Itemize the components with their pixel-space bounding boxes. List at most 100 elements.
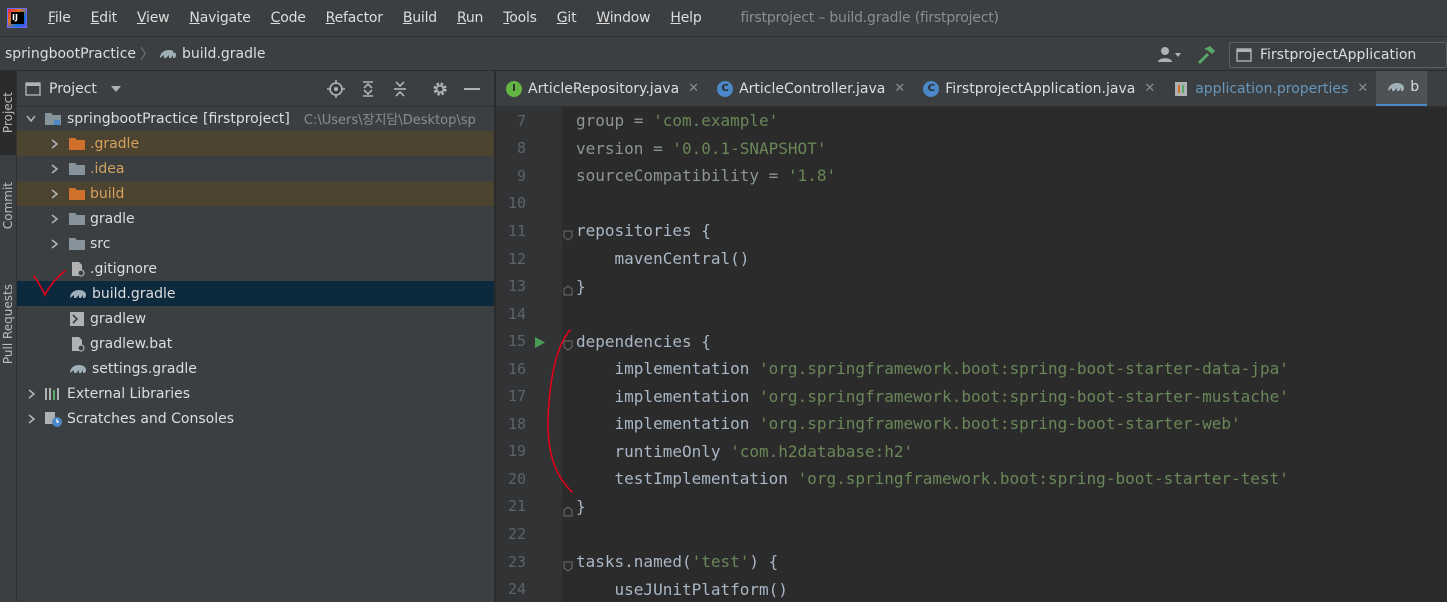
close-tab-icon[interactable]: ✕ xyxy=(1357,81,1368,96)
locate-file-icon[interactable] xyxy=(326,79,346,99)
code-token: testImplementation xyxy=(576,469,798,489)
tree-root-springbootpractice[interactable]: springbootPractice [firstproject] C:\Use… xyxy=(17,106,494,131)
menu-label-rest: dit xyxy=(99,10,117,26)
editor-tab[interactable]: application.properties ✕ xyxy=(1163,71,1376,106)
menu-item-edit[interactable]: Edit xyxy=(82,10,128,26)
code-line[interactable]: 8 version = '0.0.1-SNAPSHOT' xyxy=(496,135,1447,163)
menu-item-window[interactable]: Window xyxy=(587,10,661,26)
settings-gear-icon[interactable] xyxy=(430,79,450,99)
code-line[interactable]: 18 implementation 'org.springframework.b… xyxy=(496,410,1447,438)
code-line[interactable]: 13} xyxy=(496,272,1447,300)
code-text: version = '0.0.1-SNAPSHOT' xyxy=(576,139,826,158)
menu-item-tools[interactable]: Tools xyxy=(494,10,548,26)
editor-tab[interactable]: I ArticleRepository.java ✕ xyxy=(496,71,707,106)
code-token: repositories { xyxy=(576,221,711,241)
fold-marker-icon[interactable] xyxy=(563,557,573,572)
close-tab-icon[interactable]: ✕ xyxy=(1144,81,1155,96)
menu-item-view[interactable]: View xyxy=(128,10,180,26)
code-line[interactable]: 17 implementation 'org.springframework.b… xyxy=(496,383,1447,411)
code-token: sourceCompatibility = xyxy=(576,166,788,186)
user-account-icon[interactable] xyxy=(1157,45,1183,65)
editor-tab[interactable]: C FirstprojectApplication.java ✕ xyxy=(913,71,1163,106)
menu-item-code[interactable]: Code xyxy=(262,10,317,26)
code-line[interactable]: 12 mavenCentral() xyxy=(496,245,1447,273)
chevron-right-icon[interactable] xyxy=(48,238,60,250)
chevron-right-icon[interactable] xyxy=(25,413,37,425)
close-tab-icon[interactable]: ✕ xyxy=(894,81,905,96)
pull-requests-tool-tab[interactable]: Pull Requests xyxy=(0,267,16,382)
line-number: 13 xyxy=(507,277,526,296)
fold-marker-icon[interactable] xyxy=(563,281,573,296)
code-line[interactable]: 24 useJUnitPlatform() xyxy=(496,575,1447,602)
tree-item-dot-gradle[interactable]: .gradle xyxy=(17,131,494,156)
breadcrumb-project[interactable]: springbootPractice xyxy=(0,46,136,62)
project-view-selector[interactable]: Project xyxy=(25,81,121,97)
code-line[interactable]: 23 tasks.named('test') { xyxy=(496,548,1447,576)
code-line[interactable]: 19 runtimeOnly 'com.h2database:h2' xyxy=(496,438,1447,466)
tree-item-label: gradle xyxy=(90,210,135,227)
editor-tab[interactable]: b xyxy=(1376,71,1428,106)
run-configuration-select[interactable]: FirstprojectApplication xyxy=(1229,41,1447,68)
class-icon: C xyxy=(717,80,734,97)
string-literal: 'com.h2database:h2' xyxy=(730,441,914,461)
breadcrumb-file[interactable]: build.gradle xyxy=(158,46,266,62)
editor-tab[interactable]: C ArticleController.java ✕ xyxy=(707,71,913,106)
tree-item-scratches[interactable]: Scratches and Consoles xyxy=(17,406,494,431)
minimize-panel-icon[interactable] xyxy=(462,79,482,99)
line-number: 21 xyxy=(507,497,526,516)
run-configuration-label: FirstprojectApplication xyxy=(1260,46,1417,63)
build-hammer-icon[interactable] xyxy=(1195,44,1217,66)
code-line[interactable]: 21} xyxy=(496,493,1447,521)
tree-item-external-libraries[interactable]: External Libraries xyxy=(17,381,494,406)
chevron-right-icon[interactable] xyxy=(48,138,60,150)
expand-all-icon[interactable] xyxy=(358,79,378,99)
menu-mnemonic: G xyxy=(556,10,568,26)
menu-item-navigate[interactable]: Navigate xyxy=(180,10,261,26)
tree-item-dot-idea[interactable]: .idea xyxy=(17,156,494,181)
left-tool-strip: Project Commit Pull Requests xyxy=(0,71,17,602)
collapse-all-icon[interactable] xyxy=(390,79,410,99)
tree-item-build[interactable]: build xyxy=(17,181,494,206)
commit-tool-tab[interactable]: Commit xyxy=(0,171,16,241)
menu-item-build[interactable]: Build xyxy=(394,10,448,26)
tree-item-gradlew-bat[interactable]: gradlew.bat xyxy=(17,331,494,356)
menu-item-git[interactable]: Git xyxy=(548,10,588,26)
chevron-right-icon[interactable] xyxy=(48,213,60,225)
tree-item-label: gradlew xyxy=(90,310,147,327)
tree-item-label: gradlew.bat xyxy=(90,335,173,352)
string-literal: '1.8' xyxy=(787,166,837,186)
editor-tab-label: b xyxy=(1410,79,1420,95)
tree-item-gradlew[interactable]: gradlew xyxy=(17,306,494,331)
project-tool-tab[interactable]: Project xyxy=(0,71,16,155)
menu-label-rest: ools xyxy=(509,10,537,26)
tree-item-build-gradle[interactable]: build.gradle xyxy=(17,281,494,306)
fold-marker-icon[interactable] xyxy=(563,226,573,241)
chevron-down-icon[interactable] xyxy=(25,113,37,125)
chevron-right-icon[interactable] xyxy=(25,388,37,400)
code-line[interactable]: 14 xyxy=(496,300,1447,328)
code-line[interactable]: 7 group = 'com.example' xyxy=(496,107,1447,135)
menu-mnemonic: E xyxy=(90,10,100,26)
chevron-right-icon[interactable] xyxy=(48,163,60,175)
class-icon: C xyxy=(923,80,940,97)
code-line[interactable]: 10 xyxy=(496,190,1447,218)
menu-item-run[interactable]: Run xyxy=(448,10,494,26)
tree-item-label: build.gradle xyxy=(92,285,176,302)
menu-item-file[interactable]: File xyxy=(39,10,82,26)
code-line[interactable]: 16 implementation 'org.springframework.b… xyxy=(496,355,1447,383)
code-line[interactable]: 15 dependencies { xyxy=(496,327,1447,355)
file-icon xyxy=(68,261,86,277)
tree-item-gradle[interactable]: gradle xyxy=(17,206,494,231)
code-line[interactable]: 9 sourceCompatibility = '1.8' xyxy=(496,162,1447,190)
code-line[interactable]: 11 repositories { xyxy=(496,217,1447,245)
close-tab-icon[interactable]: ✕ xyxy=(688,81,699,96)
code-line[interactable]: 22 xyxy=(496,520,1447,548)
code-token: runtimeOnly xyxy=(576,441,731,461)
code-line[interactable]: 20 testImplementation 'org.springframewo… xyxy=(496,465,1447,493)
menu-item-refactor[interactable]: Refactor xyxy=(317,10,394,26)
tree-item-settings-gradle[interactable]: settings.gradle xyxy=(17,356,494,381)
tree-item-dot-gitignore[interactable]: .gitignore xyxy=(17,256,494,281)
tree-item-src[interactable]: src xyxy=(17,231,494,256)
menu-item-help[interactable]: Help xyxy=(661,10,712,26)
chevron-right-icon[interactable] xyxy=(48,188,60,200)
